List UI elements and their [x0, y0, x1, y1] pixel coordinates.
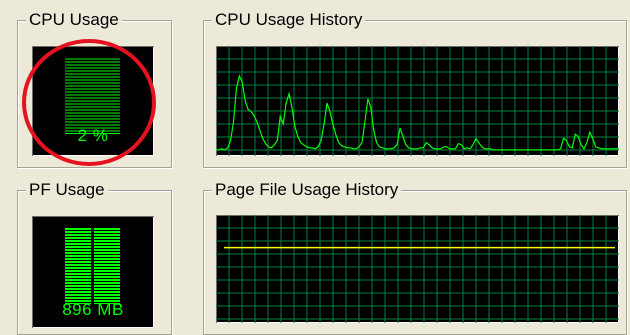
meter-bar: [94, 273, 120, 275]
meter-bar: [65, 234, 91, 236]
meter-bar: [94, 297, 120, 299]
meter-bar: [65, 288, 91, 290]
meter-bar: [65, 291, 91, 293]
meter-bar: [65, 91, 120, 93]
meter-bar: [65, 264, 91, 266]
meter-bar: [65, 252, 91, 254]
cpu-usage-value: 2 %: [77, 126, 109, 145]
cpu-history-title: CPU Usage History: [212, 10, 366, 30]
meter-bar: [94, 267, 120, 269]
meter-bar: [94, 258, 120, 260]
meter-bar: [65, 61, 120, 63]
meter-bar: [65, 70, 120, 72]
meter-bar: [65, 228, 91, 230]
meter-bar: [65, 249, 91, 251]
meter-bar: [65, 100, 120, 102]
cpu-usage-bars: [65, 58, 120, 134]
meter-bar: [65, 82, 120, 84]
meter-bar: [94, 231, 120, 233]
meter-bar: [94, 294, 120, 296]
pf-usage-group: PF Usage 896 MB: [17, 180, 172, 335]
meter-bar: [65, 121, 120, 123]
meter-bar: [94, 255, 120, 257]
meter-bar: [65, 258, 91, 260]
cpu-history-chart: [216, 46, 619, 156]
meter-bar: [94, 270, 120, 272]
cpu-history-graph: [216, 46, 619, 156]
meter-bar: [65, 237, 91, 239]
meter-bar: [65, 240, 91, 242]
meter-bar: [65, 273, 91, 275]
meter-bar: [65, 73, 120, 75]
meter-bar: [94, 288, 120, 290]
meter-bar: [65, 255, 91, 257]
meter-bar: [65, 76, 120, 78]
meter-bar: [65, 118, 120, 120]
meter-bar: [94, 291, 120, 293]
meter-bar: [94, 261, 120, 263]
pf-history-title: Page File Usage History: [212, 180, 402, 200]
pf-usage-meter: 896 MB: [32, 216, 154, 328]
meter-bar: [65, 109, 120, 111]
meter-bar: [94, 285, 120, 287]
meter-bar: [65, 106, 120, 108]
cpu-usage-title: CPU Usage: [26, 10, 122, 30]
meter-bar: [65, 267, 91, 269]
meter-bar: [94, 243, 120, 245]
pf-history-graph: [216, 215, 619, 323]
meter-bar: [94, 276, 120, 278]
meter-bar: [94, 246, 120, 248]
meter-bar: [65, 297, 91, 299]
meter-bar: [65, 279, 91, 281]
meter-bar: [65, 231, 91, 233]
cpu-history-group: CPU Usage History: [203, 10, 627, 168]
meter-bar: [65, 115, 120, 117]
pf-history-chart: [216, 215, 619, 323]
pf-usage-bars: [65, 228, 120, 304]
meter-bar: [65, 294, 91, 296]
meter-bar: [94, 264, 120, 266]
cpu-usage-meter: 2 %: [32, 46, 154, 156]
meter-bar: [65, 285, 91, 287]
pf-history-group: Page File Usage History: [203, 180, 627, 335]
meter-bar: [65, 79, 120, 81]
meter-bar: [65, 85, 120, 87]
meter-bar: [65, 67, 120, 69]
meter-bar: [65, 97, 120, 99]
meter-bar: [94, 237, 120, 239]
cpu-history-line: [216, 74, 619, 151]
meter-bar: [94, 282, 120, 284]
meter-bar: [65, 94, 120, 96]
meter-bar: [65, 112, 120, 114]
meter-bar: [65, 246, 91, 248]
meter-bar: [94, 249, 120, 251]
meter-bar: [65, 270, 91, 272]
meter-bar: [65, 276, 91, 278]
pf-usage-value: 896 MB: [62, 300, 124, 319]
meter-bar: [65, 282, 91, 284]
meter-bar: [65, 243, 91, 245]
meter-bar: [65, 103, 120, 105]
meter-bar: [94, 240, 120, 242]
meter-bar: [65, 58, 120, 60]
meter-bar: [94, 252, 120, 254]
meter-bar: [94, 228, 120, 230]
pf-usage-title: PF Usage: [26, 180, 108, 200]
meter-bar: [65, 261, 91, 263]
meter-bar: [65, 88, 120, 90]
meter-bar: [65, 64, 120, 66]
meter-bar: [94, 279, 120, 281]
meter-bar: [94, 234, 120, 236]
cpu-usage-group: CPU Usage 2 %: [17, 10, 172, 168]
